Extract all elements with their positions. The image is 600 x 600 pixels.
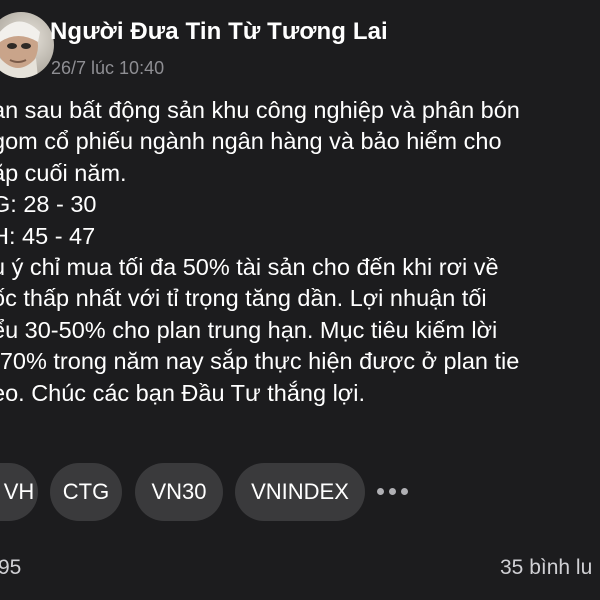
post-text-line: G: 28 - 30 — [0, 191, 97, 218]
post-text-line: ốc thấp nhất với tỉ trọng tăng dần. Lợi … — [0, 285, 487, 312]
stock-tag[interactable]: CTG — [50, 463, 122, 521]
more-horizontal-icon[interactable] — [377, 487, 411, 497]
post-text-line: ểu 30-50% cho plan trung hạn. Mục tiêu k… — [0, 316, 498, 343]
post-text-line: eo. Chúc các bạn Đầu Tư thắng lợi. — [0, 379, 365, 406]
post-text-line: ặp cuối năm. — [0, 159, 127, 186]
post-header: Người Đưa Tin Từ Tương Lai 26/7 lúc 10:4… — [0, 0, 600, 96]
stock-tag-list: VH CTG VN30 VNINDEX — [0, 463, 600, 523]
post-text-line: u ý chỉ mua tối đa 50% tài sản cho đến k… — [0, 254, 499, 281]
more-dot — [389, 488, 396, 495]
post-text-line: gom cổ phiếu ngành ngân hàng và bảo hiểm… — [0, 128, 502, 155]
stock-tag[interactable]: VH — [0, 463, 38, 521]
post-content: an sau bất động sản khu công nghiệp và p… — [0, 95, 600, 409]
user-avatar-icon[interactable] — [0, 12, 54, 78]
stock-tag[interactable]: VN30 — [135, 463, 223, 521]
post-text-line: an sau bất động sản khu công nghiệp và p… — [0, 97, 520, 123]
post-timestamp: 26/7 lúc 10:40 — [51, 58, 165, 78]
post-screen: Người Đưa Tin Từ Tương Lai 26/7 lúc 10:4… — [0, 0, 600, 600]
stock-tag[interactable]: VNINDEX — [235, 463, 365, 521]
post-text-line: H: 45 - 47 — [0, 222, 96, 249]
more-dot — [377, 488, 384, 495]
reactions-count[interactable]: 95 — [0, 556, 21, 580]
post-text-line: -70% trong năm nay sắp thực hiện được ở … — [0, 348, 520, 375]
author-name[interactable]: Người Đưa Tin Từ Tương Lai — [50, 18, 388, 46]
comments-count[interactable]: 35 bình lu — [500, 556, 592, 580]
more-dot — [401, 488, 408, 495]
